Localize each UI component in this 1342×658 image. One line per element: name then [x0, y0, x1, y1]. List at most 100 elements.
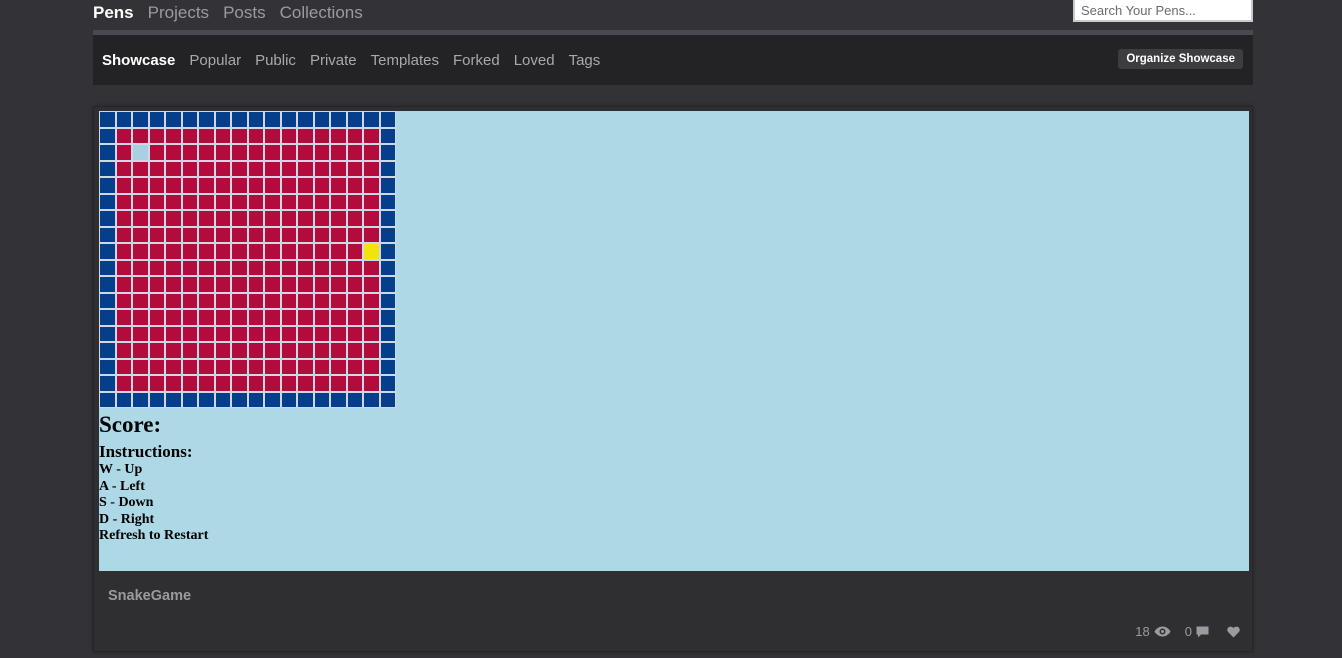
tab-loved[interactable]: Loved	[514, 52, 555, 69]
search-pens-input[interactable]	[1073, 0, 1253, 22]
nav-projects[interactable]: Projects	[148, 0, 209, 26]
grid-cell-floor	[313, 177, 330, 194]
grid-cell-wall	[99, 259, 116, 276]
grid-cell-floor	[297, 375, 314, 392]
grid-cell-wall	[99, 160, 116, 177]
top-nav: Pens Projects Posts Collections	[93, 0, 377, 26]
grid-cell-floor	[346, 243, 363, 260]
grid-cell-floor	[181, 342, 198, 359]
grid-cell-floor	[165, 193, 182, 210]
grid-cell-floor	[264, 144, 281, 161]
tab-showcase[interactable]: Showcase	[102, 52, 175, 69]
game-info: Score: Instructions: W - Up A - Left S -…	[99, 411, 208, 545]
grid-cell-floor	[264, 226, 281, 243]
grid-cell-floor	[280, 325, 297, 342]
comment-icon	[1196, 626, 1209, 637]
grid-cell-floor	[297, 309, 314, 326]
grid-cell-floor	[297, 325, 314, 342]
nav-pens[interactable]: Pens	[93, 0, 134, 26]
grid-cell-floor	[247, 243, 264, 260]
grid-cell-floor	[148, 342, 165, 359]
grid-cell-floor	[297, 177, 314, 194]
grid-cell-floor	[165, 226, 182, 243]
nav-collections[interactable]: Collections	[280, 0, 363, 26]
grid-cell-floor	[346, 292, 363, 309]
grid-cell-wall	[379, 160, 396, 177]
grid-cell-floor	[280, 193, 297, 210]
grid-cell-floor	[313, 210, 330, 227]
instruction-up: W - Up	[99, 462, 143, 477]
grid-cell-floor	[346, 177, 363, 194]
grid-cell-wall	[297, 111, 314, 128]
grid-cell-floor	[148, 177, 165, 194]
tab-forked[interactable]: Forked	[453, 52, 500, 69]
grid-cell-floor	[181, 358, 198, 375]
grid-cell-floor	[280, 375, 297, 392]
grid-cell-floor	[115, 226, 132, 243]
nav-posts[interactable]: Posts	[223, 0, 266, 26]
grid-cell-floor	[231, 292, 248, 309]
grid-cell-floor	[181, 325, 198, 342]
grid-cell-floor	[165, 144, 182, 161]
grid-cell-wall	[198, 111, 215, 128]
tab-public[interactable]: Public	[255, 52, 296, 69]
grid-cell-floor	[346, 358, 363, 375]
grid-cell-floor	[181, 127, 198, 144]
grid-cell-floor	[346, 144, 363, 161]
grid-cell-floor	[330, 226, 347, 243]
grid-cell-floor	[264, 177, 281, 194]
grid-cell-floor	[165, 127, 182, 144]
grid-cell-wall	[379, 111, 396, 128]
pen-stats: 18 0	[1121, 624, 1240, 639]
grid-cell-floor	[198, 193, 215, 210]
grid-cell-floor	[165, 276, 182, 293]
grid-cell-floor	[165, 243, 182, 260]
grid-cell-floor	[264, 375, 281, 392]
grid-cell-wall	[115, 391, 132, 408]
grid-cell-floor	[264, 193, 281, 210]
comments-count: 0	[1184, 624, 1192, 639]
grid-cell-floor	[165, 177, 182, 194]
tab-templates[interactable]: Templates	[371, 52, 439, 69]
grid-cell-wall	[264, 111, 281, 128]
tab-private[interactable]: Private	[310, 52, 357, 69]
grid-cell-wall	[379, 292, 396, 309]
tab-tags[interactable]: Tags	[569, 52, 601, 69]
grid-cell-snake	[132, 144, 149, 161]
pen-preview[interactable]: Score: Instructions: W - Up A - Left S -…	[99, 111, 1249, 571]
grid-cell-floor	[132, 127, 149, 144]
love-stat[interactable]	[1223, 626, 1240, 638]
grid-cell-floor	[330, 375, 347, 392]
grid-cell-floor	[280, 177, 297, 194]
organize-showcase-button[interactable]: Organize Showcase	[1118, 49, 1243, 69]
grid-cell-floor	[313, 144, 330, 161]
grid-cell-floor	[313, 325, 330, 342]
grid-cell-wall	[379, 342, 396, 359]
grid-cell-floor	[165, 375, 182, 392]
views-stat: 18	[1135, 624, 1171, 639]
grid-cell-wall	[379, 210, 396, 227]
grid-cell-wall	[313, 391, 330, 408]
grid-cell-floor	[330, 243, 347, 260]
grid-cell-floor	[214, 325, 231, 342]
grid-cell-floor	[247, 259, 264, 276]
grid-cell-wall	[231, 111, 248, 128]
grid-cell-floor	[363, 144, 380, 161]
grid-cell-floor	[165, 325, 182, 342]
grid-cell-floor	[264, 210, 281, 227]
grid-cell-floor	[247, 193, 264, 210]
comments-stat[interactable]: 0	[1185, 624, 1209, 639]
tab-popular[interactable]: Popular	[189, 52, 241, 69]
snake-game-grid	[99, 111, 396, 408]
grid-cell-floor	[363, 325, 380, 342]
grid-cell-floor	[132, 276, 149, 293]
grid-cell-floor	[346, 259, 363, 276]
pen-title[interactable]: SnakeGame	[108, 588, 191, 604]
grid-cell-floor	[198, 292, 215, 309]
grid-cell-floor	[115, 127, 132, 144]
grid-cell-floor	[132, 243, 149, 260]
grid-cell-floor	[363, 160, 380, 177]
grid-cell-floor	[247, 127, 264, 144]
grid-cell-floor	[181, 177, 198, 194]
grid-cell-floor	[214, 144, 231, 161]
